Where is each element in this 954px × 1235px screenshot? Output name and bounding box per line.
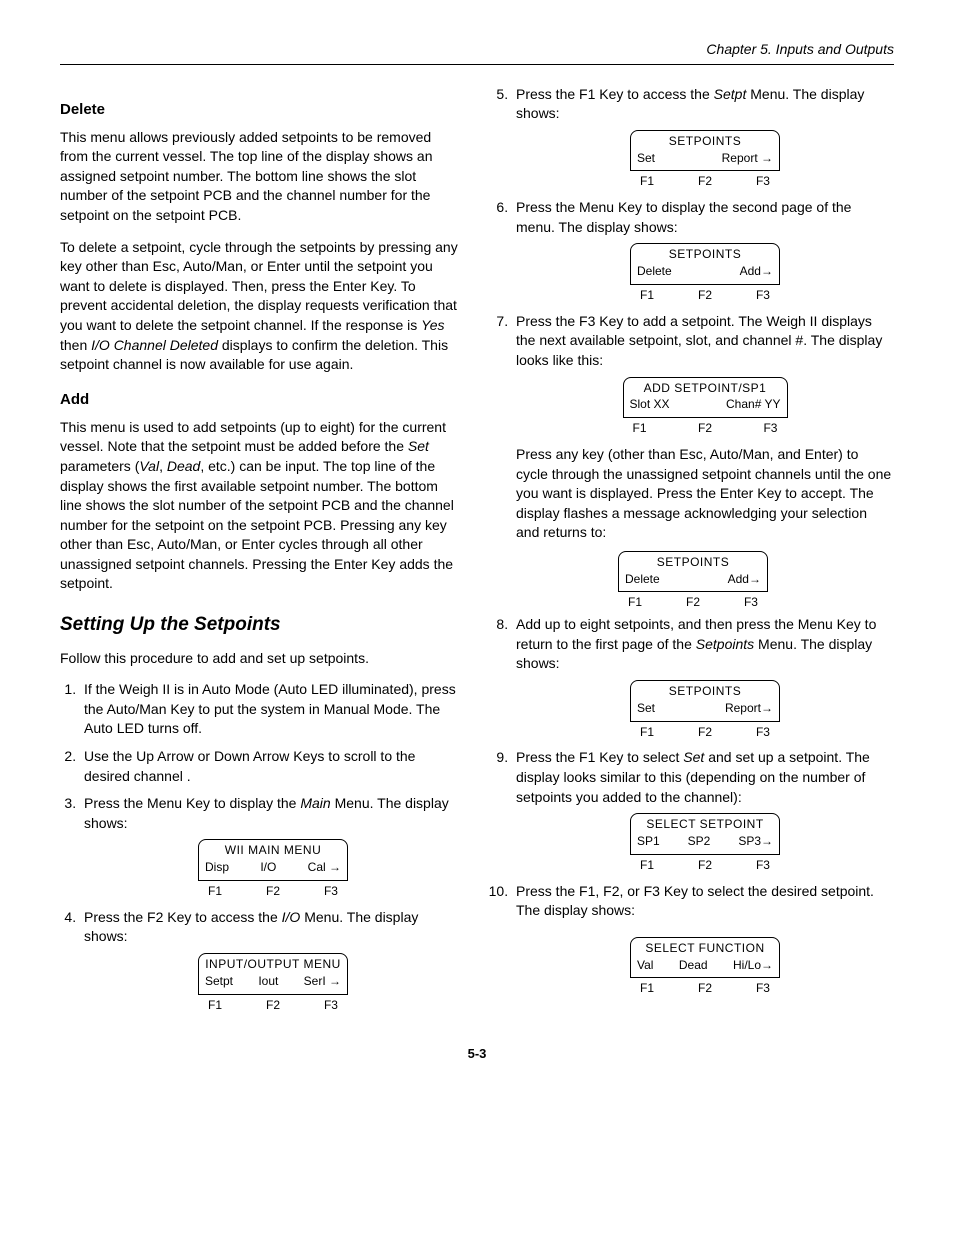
setup-intro: Follow this procedure to add and set up … xyxy=(60,649,462,669)
setting-up-heading: Setting Up the Setpoints xyxy=(60,612,462,639)
add-heading: Add xyxy=(60,389,462,410)
step-7-continued: Press any key (other than Esc, Auto/Man,… xyxy=(516,445,894,543)
step-8: Add up to eight setpoints, and then pres… xyxy=(512,615,894,740)
delete-p2: To delete a setpoint, cycle through the … xyxy=(60,238,462,375)
display-setpoints-1: SETPOINTS Set Report → F1 F2 F3 xyxy=(630,130,780,190)
display-main-menu: WII MAIN MENU Disp I/O Cal → F1 F2 F3 xyxy=(198,839,348,899)
add-p1: This menu is used to add setpoints (up t… xyxy=(60,418,462,594)
step-4: Press the F2 Key to access the I/O Menu.… xyxy=(80,908,462,1014)
display-setpoints-2: SETPOINTS Delete Add→ F1 F2 F3 xyxy=(630,243,780,303)
steps-right: Press the F1 Key to access the Setpt Men… xyxy=(492,85,894,437)
display-io-menu: INPUT/OUTPUT MENU Setpt Iout SerI → F1 F… xyxy=(198,953,348,1013)
content-columns: Delete This menu allows previously added… xyxy=(60,85,894,1022)
step-5: Press the F1 Key to access the Setpt Men… xyxy=(512,85,894,191)
chapter-header: Chapter 5. Inputs and Outputs xyxy=(60,40,894,65)
right-column: Press the F1 Key to access the Setpt Men… xyxy=(492,85,894,1022)
step-6: Press the Menu Key to display the second… xyxy=(512,198,894,304)
display-setpoints-3: SETPOINTS Delete Add→ F1 F2 F3 xyxy=(618,551,768,611)
delete-heading: Delete xyxy=(60,99,462,120)
delete-p1: This menu allows previously added setpoi… xyxy=(60,128,462,226)
step-9: Press the F1 Key to select Set and set u… xyxy=(512,748,894,873)
step-3: Press the Menu Key to display the Main M… xyxy=(80,794,462,900)
left-column: Delete This menu allows previously added… xyxy=(60,85,462,1022)
display-add-setpoint: ADD SETPOINT/SP1 Slot XX Chan# YY F1 F2 … xyxy=(623,377,788,437)
page-number: 5-3 xyxy=(60,1045,894,1063)
step-7: Press the F3 Key to add a setpoint. The … xyxy=(512,312,894,437)
step-1: If the Weigh II is in Auto Mode (Auto LE… xyxy=(80,680,462,739)
steps-right-2: Add up to eight setpoints, and then pres… xyxy=(492,615,894,997)
step-2: Use the Up Arrow or Down Arrow Keys to s… xyxy=(80,747,462,786)
display-select-setpoint: SELECT SETPOINT SP1 SP2 SP3→ F1 F2 F3 xyxy=(630,813,780,873)
step-10: Press the F1, F2, or F3 Key to select th… xyxy=(512,882,894,998)
display-setpoints-4: SETPOINTS Set Report→ F1 F2 F3 xyxy=(630,680,780,740)
steps-left: If the Weigh II is in Auto Mode (Auto LE… xyxy=(60,680,462,1013)
display-select-function: SELECT FUNCTION Val Dead Hi/Lo→ F1 F2 F3 xyxy=(630,937,780,997)
